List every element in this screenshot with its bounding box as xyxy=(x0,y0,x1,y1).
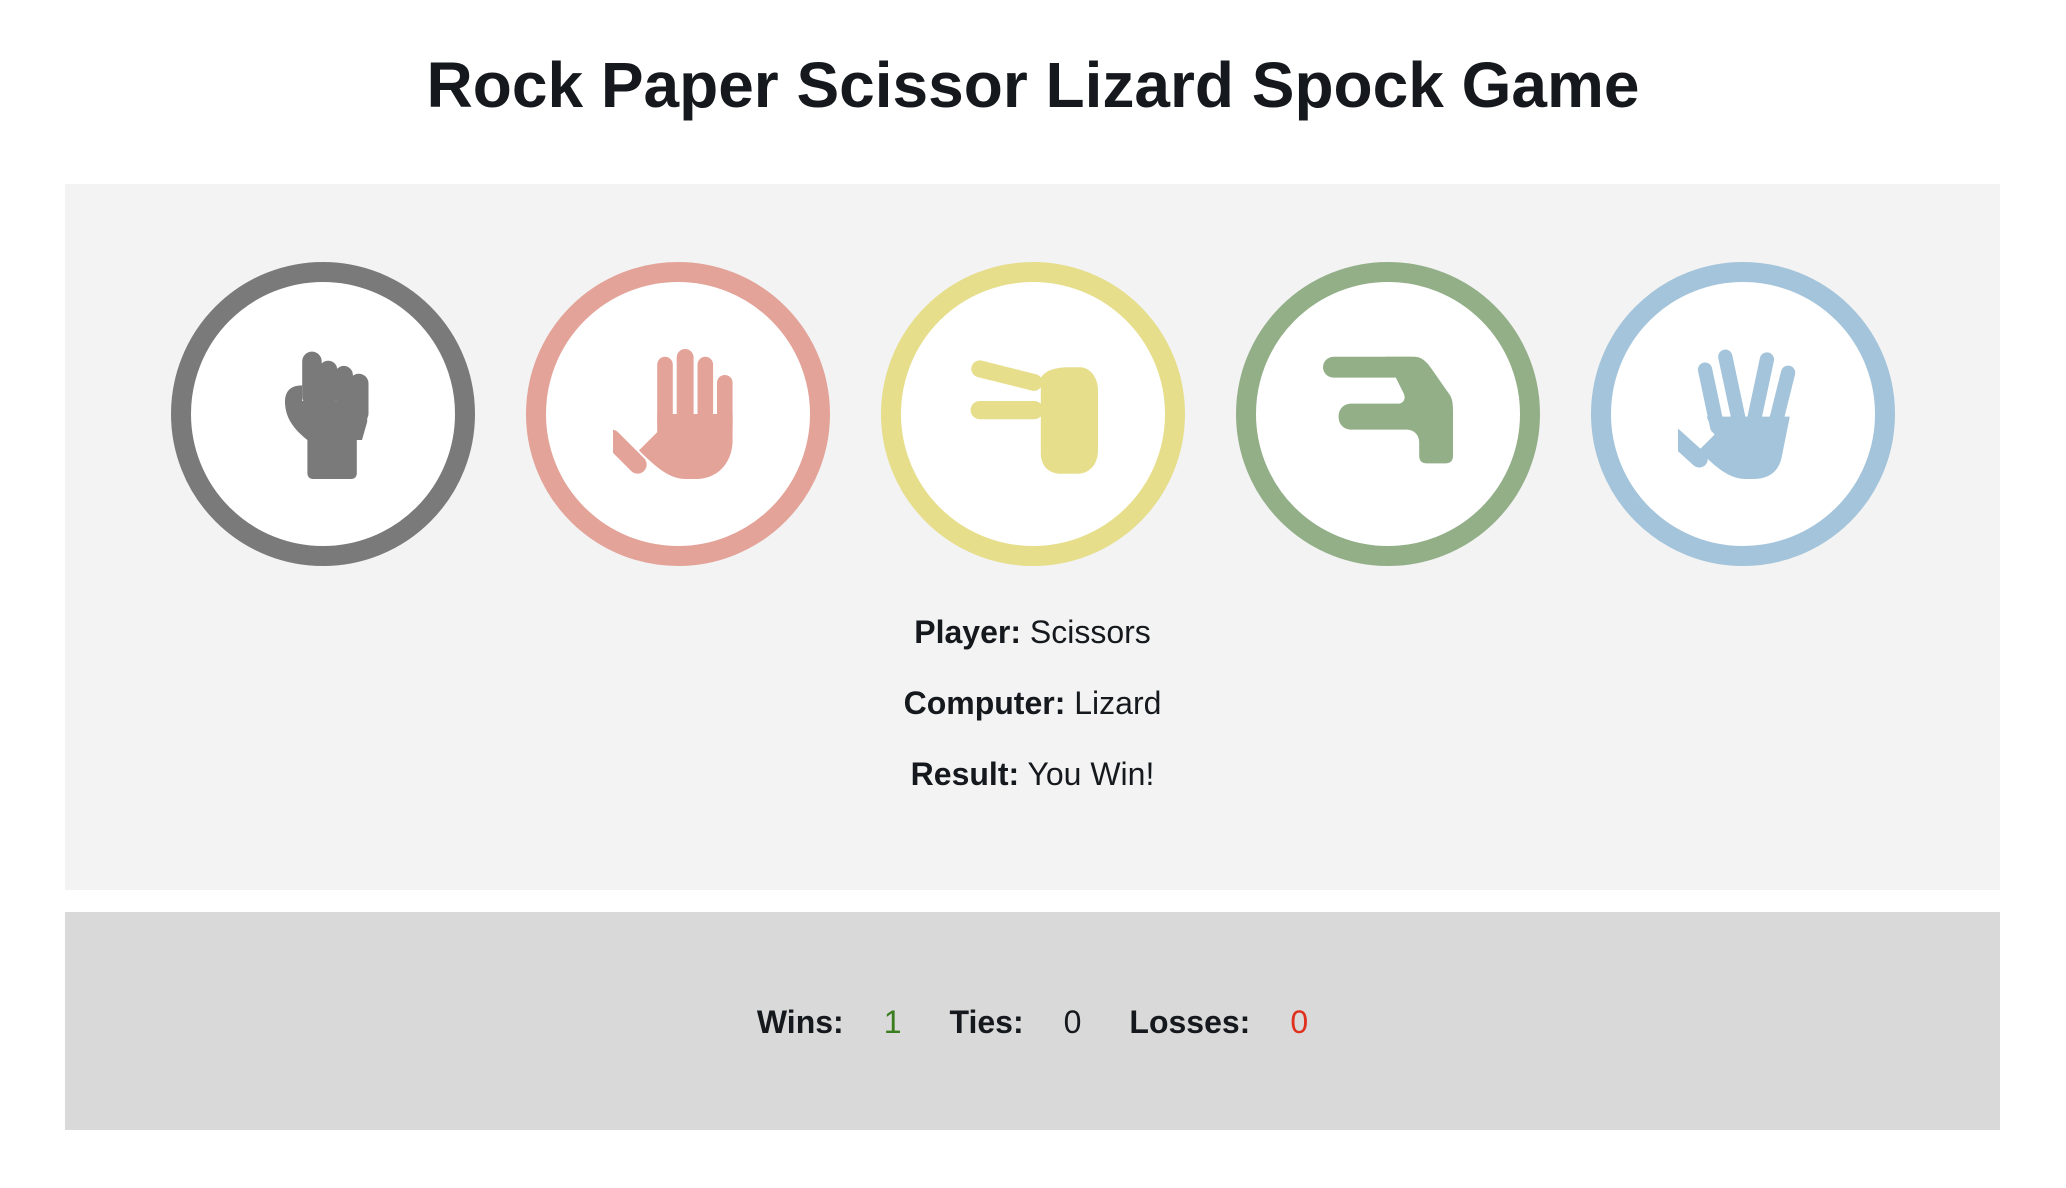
scoreboard: Wins: 1 Ties: 0 Losses: 0 xyxy=(65,912,2000,1130)
computer-label: Computer: xyxy=(903,685,1066,721)
hand-paper-icon xyxy=(613,349,733,479)
score-line: Wins: 1 Ties: 0 Losses: 0 xyxy=(65,1002,2000,1042)
choice-paper-button[interactable] xyxy=(526,262,830,566)
player-choice-line: Player: Scissors xyxy=(65,614,2000,650)
result-value: You Win! xyxy=(1027,756,1155,792)
round-result: Player: Scissors Computer: Lizard Result… xyxy=(65,614,2000,827)
choices-row xyxy=(65,262,2000,566)
ties-label: Ties: xyxy=(949,1004,1024,1040)
result-line: Result: You Win! xyxy=(65,756,2000,792)
losses-count: 0 xyxy=(1290,1004,1309,1040)
result-label: Result: xyxy=(910,756,1020,792)
losses-label: Losses: xyxy=(1129,1004,1251,1040)
ties-count: 0 xyxy=(1063,1004,1082,1040)
choice-rock-button[interactable] xyxy=(171,262,475,566)
wins-count: 1 xyxy=(883,1004,902,1040)
page: Rock Paper Scissor Lizard Spock Game Pla… xyxy=(0,0,2066,1188)
wins-label: Wins: xyxy=(756,1004,844,1040)
player-label: Player: xyxy=(914,614,1021,650)
computer-choice-line: Computer: Lizard xyxy=(65,685,2000,721)
player-choice-value: Scissors xyxy=(1029,614,1151,650)
hand-rock-icon xyxy=(285,351,369,479)
page-title: Rock Paper Scissor Lizard Spock Game xyxy=(426,49,1640,121)
hand-scissors-icon xyxy=(970,360,1098,474)
choice-scissors-button[interactable] xyxy=(881,262,1185,566)
hand-spock-icon xyxy=(1678,349,1796,479)
hand-lizard-icon xyxy=(1323,356,1453,464)
choice-spock-button[interactable] xyxy=(1591,262,1895,566)
computer-choice-value: Lizard xyxy=(1074,685,1162,721)
game-panel: Player: Scissors Computer: Lizard Result… xyxy=(65,184,2000,890)
choice-lizard-button[interactable] xyxy=(1236,262,1540,566)
